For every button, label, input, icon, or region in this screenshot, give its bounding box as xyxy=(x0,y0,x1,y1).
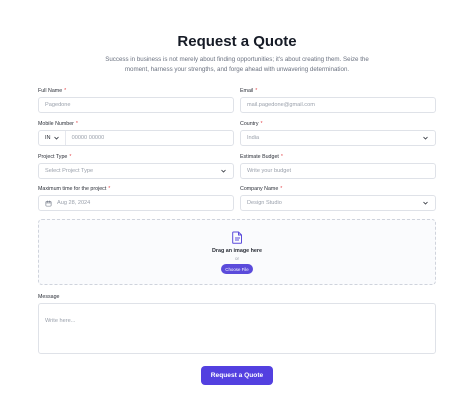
calendar-icon xyxy=(45,200,52,207)
message-placeholder: Write here... xyxy=(45,318,76,324)
chevron-down-icon xyxy=(421,134,429,142)
budget-placeholder: Write your budget xyxy=(247,168,292,174)
country-code-select[interactable]: IN xyxy=(45,131,66,145)
mobile-label: Mobile Number * xyxy=(38,121,78,127)
max-time-value: Aug 28, 2024 xyxy=(57,200,91,206)
chevron-down-icon xyxy=(53,136,59,140)
full-name-field[interactable]: Pagedone xyxy=(38,97,234,113)
email-placeholder: mail.pagedone@gmail.com xyxy=(247,102,315,108)
drag-image-text: Drag an image here xyxy=(211,248,263,254)
company-placeholder: Design Studio xyxy=(247,200,282,206)
budget-field[interactable]: Write your budget xyxy=(240,163,436,179)
chevron-down-icon xyxy=(219,167,227,175)
country-label: Country * xyxy=(240,121,263,127)
mobile-placeholder: 00000 00000 xyxy=(71,135,105,141)
file-icon xyxy=(232,231,243,249)
max-time-label: Maximum time for the project * xyxy=(38,186,111,192)
company-label: Company Name * xyxy=(240,186,283,192)
email-label: Email * xyxy=(240,88,258,94)
page-title: Request a Quote xyxy=(177,33,297,50)
email-field[interactable]: mail.pagedone@gmail.com xyxy=(240,97,436,113)
choose-file-button[interactable]: Choose File xyxy=(221,264,253,274)
full-name-placeholder: Pagedone xyxy=(45,102,71,108)
max-time-date-picker[interactable]: Aug 28, 2024 xyxy=(38,195,234,211)
project-type-label: Project Type * xyxy=(38,154,72,160)
full-name-label: Full Name * xyxy=(38,88,67,94)
project-type-select[interactable]: Select Project Type xyxy=(38,163,234,179)
chevron-down-icon xyxy=(421,199,429,207)
project-type-value: Select Project Type xyxy=(45,168,94,174)
country-select[interactable]: India xyxy=(240,130,436,146)
message-textarea[interactable]: Write here... xyxy=(38,303,436,354)
mobile-field[interactable]: IN 00000 00000 xyxy=(38,130,234,146)
country-value: India xyxy=(247,135,260,141)
request-quote-button[interactable]: Request a Quote xyxy=(201,366,273,385)
company-select[interactable]: Design Studio xyxy=(240,195,436,211)
budget-label: Estimate Budget * xyxy=(240,154,283,160)
page-subtitle: Success in business is not merely about … xyxy=(105,56,369,73)
upload-or-text: or xyxy=(234,256,240,261)
message-label: Message xyxy=(38,294,60,300)
